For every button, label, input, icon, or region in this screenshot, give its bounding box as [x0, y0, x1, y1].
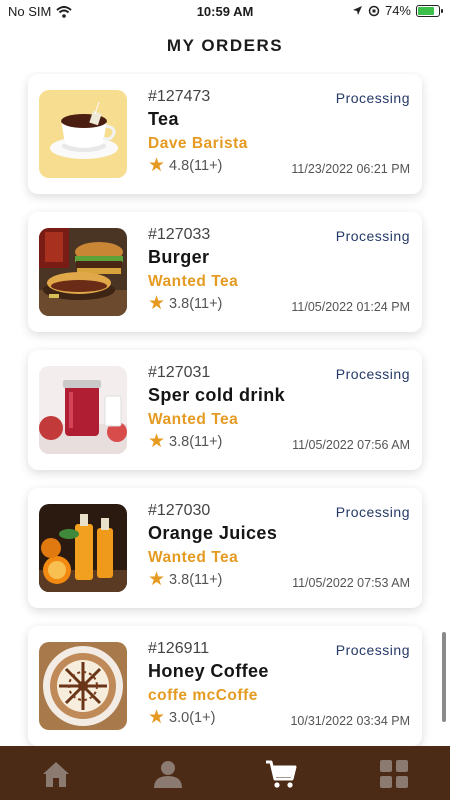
shop-name: Wanted Tea — [148, 549, 239, 566]
status-badge: Processing — [335, 366, 410, 382]
order-item-name: Sper cold drink — [148, 385, 286, 405]
tea-cup-image — [39, 90, 127, 178]
order-card[interactable]: #127473 Tea Dave Barista Processing ★ 4.… — [28, 74, 422, 194]
tab-menu[interactable] — [377, 757, 411, 791]
order-id: #127473 — [148, 88, 211, 105]
cart-icon — [266, 760, 297, 788]
order-id: #126911 — [148, 640, 210, 657]
grid-menu-icon — [380, 760, 408, 788]
home-icon — [43, 762, 69, 787]
page-title: MY ORDERS — [166, 36, 284, 55]
order-date: 11/23/2022 06:21 PM — [291, 162, 410, 176]
order-date: 11/05/2022 07:56 AM — [292, 438, 410, 452]
rating-value: 3.8(11+) — [169, 296, 223, 312]
orange-juice-image — [39, 504, 127, 592]
profile-icon — [154, 761, 182, 788]
tab-profile[interactable] — [151, 757, 185, 791]
location-arrow-icon — [352, 6, 362, 15]
star-icon: ★ — [148, 569, 166, 590]
bottom-tab-bar — [0, 746, 450, 800]
order-item-name: Honey Coffee — [148, 661, 269, 681]
star-icon: ★ — [148, 293, 166, 314]
order-id: #127033 — [148, 226, 211, 243]
battery-percent: 74% — [384, 3, 411, 18]
tab-cart[interactable] — [264, 757, 298, 791]
order-card[interactable]: #127030 Orange Juices Wanted Tea Process… — [28, 488, 422, 608]
rating: ★ 4.8(11+) — [148, 155, 223, 176]
rating-value: 4.8(11+) — [169, 158, 223, 174]
status-bar: No SIM 10:59 AM 74% — [0, 0, 450, 22]
rating-value: 3.8(11+) — [169, 572, 223, 588]
star-icon: ★ — [148, 707, 166, 728]
status-badge: Processing — [335, 642, 410, 658]
order-item-name: Orange Juices — [148, 523, 278, 543]
rating-value: 3.0(1+) — [169, 710, 216, 726]
order-date: 11/05/2022 07:53 AM — [292, 576, 410, 590]
order-item-name: Tea — [148, 109, 179, 129]
shop-name: coffe mcCoffe — [148, 687, 258, 704]
order-card[interactable]: #126911 Honey Coffee coffe mcCoffe Proce… — [28, 626, 422, 746]
burger-image — [39, 228, 127, 316]
shop-name: Dave Barista — [148, 135, 248, 152]
order-item-name: Burger — [148, 247, 210, 267]
rating: ★ 3.8(11+) — [148, 293, 223, 314]
star-icon: ★ — [148, 155, 166, 176]
order-id: #127030 — [148, 502, 211, 519]
star-icon: ★ — [148, 431, 166, 452]
order-date: 10/31/2022 03:34 PM — [290, 714, 410, 728]
orders-list[interactable]: #127473 Tea Dave Barista Processing ★ 4.… — [0, 72, 450, 746]
rating: ★ 3.0(1+) — [148, 707, 216, 728]
status-badge: Processing — [335, 228, 410, 244]
cold-drink-image — [39, 366, 127, 454]
rating-value: 3.8(11+) — [169, 434, 223, 450]
orientation-lock-icon — [368, 5, 380, 16]
scrollbar[interactable] — [442, 632, 446, 722]
order-card[interactable]: #127031 Sper cold drink Wanted Tea Proce… — [28, 350, 422, 470]
shop-name: Wanted Tea — [148, 411, 239, 428]
latte-art-image — [39, 642, 127, 730]
shop-name: Wanted Tea — [148, 273, 239, 290]
order-id: #127031 — [148, 364, 211, 381]
rating: ★ 3.8(11+) — [148, 431, 223, 452]
status-badge: Processing — [335, 90, 410, 106]
battery-icon — [416, 4, 443, 17]
rating: ★ 3.8(11+) — [148, 569, 223, 590]
tab-home[interactable] — [39, 757, 73, 791]
order-card[interactable]: #127033 Burger Wanted Tea Processing ★ 3… — [28, 212, 422, 332]
status-badge: Processing — [335, 504, 410, 520]
order-date: 11/05/2022 01:24 PM — [291, 300, 410, 314]
